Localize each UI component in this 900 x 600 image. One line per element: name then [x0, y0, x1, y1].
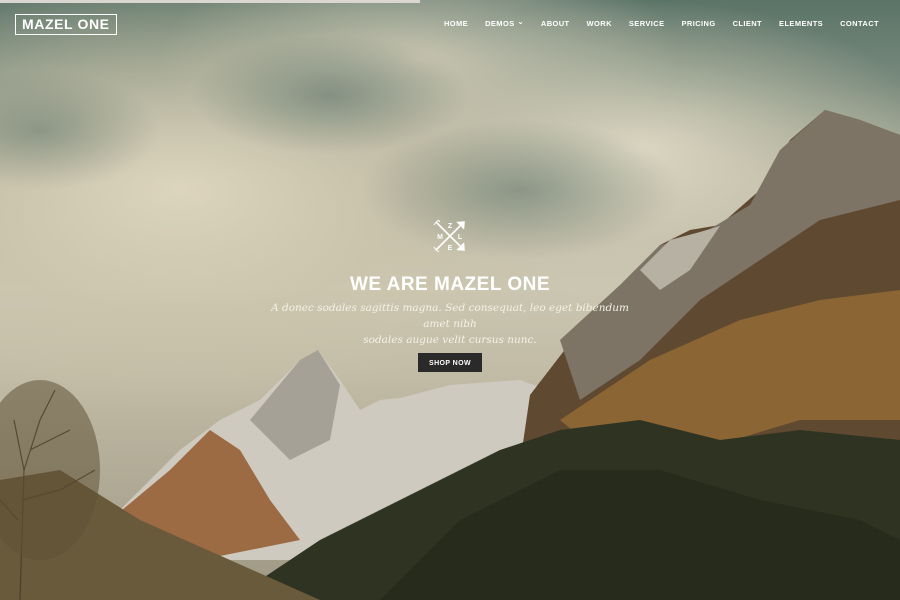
hero-section: MAZEL ONE HOME DEMOS ⌄ ABOUT WORK SERVIC… — [0, 0, 900, 600]
nav-service[interactable]: SERVICE — [629, 18, 665, 30]
top-progress-line — [0, 0, 420, 3]
shop-now-button[interactable]: SHOP NOW — [418, 353, 482, 372]
hero-subtext-line2: sodales augue velit cursus nunc. — [363, 334, 537, 346]
hero-subtext-line1: A donec sodales sagittis magna. Sed cons… — [271, 302, 629, 330]
chevron-down-icon: ⌄ — [517, 19, 524, 26]
nav-home[interactable]: HOME — [444, 18, 468, 30]
nav-about[interactable]: ABOUT — [541, 18, 570, 30]
nav-elements[interactable]: ELEMENTS — [779, 18, 823, 30]
emblem-letter-bottom: E — [448, 245, 453, 252]
emblem-letter-right: L — [458, 234, 463, 241]
main-nav: HOME DEMOS ⌄ ABOUT WORK SERVICE PRICING … — [427, 18, 879, 30]
nav-client[interactable]: CLIENT — [733, 18, 762, 30]
hero-headline: WE ARE MAZEL ONE — [349, 274, 551, 295]
emblem-letter-left: M — [437, 234, 443, 241]
site-logo[interactable]: MAZEL ONE — [15, 14, 117, 35]
arrows-emblem-icon: Z M L E — [433, 219, 465, 253]
nav-pricing[interactable]: PRICING — [682, 18, 716, 30]
emblem-letter-top: Z — [448, 223, 453, 230]
nav-demos[interactable]: DEMOS ⌄ — [485, 18, 524, 30]
hero-subtext: A donec sodales sagittis magna. Sed cons… — [270, 300, 630, 348]
nav-demos-label: DEMOS — [485, 19, 515, 28]
nav-work[interactable]: WORK — [587, 18, 612, 30]
nav-contact[interactable]: CONTACT — [840, 18, 879, 30]
